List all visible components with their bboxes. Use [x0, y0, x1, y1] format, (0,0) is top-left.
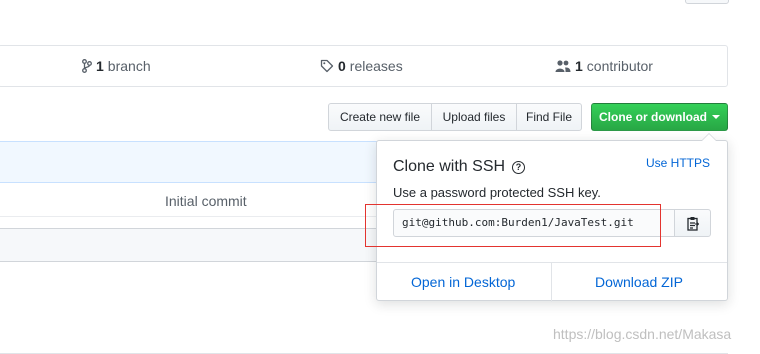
clone-or-download-label: Clone or download: [599, 110, 707, 124]
create-new-file-button[interactable]: Create new file: [328, 103, 432, 131]
branches-stat[interactable]: 1 branch: [82, 58, 151, 74]
find-file-button[interactable]: Find File: [516, 103, 582, 131]
clipboard-icon: [686, 216, 699, 231]
readme-header: [0, 228, 388, 262]
top-right-button[interactable]: [685, 0, 729, 4]
contributor-count: 1: [575, 58, 583, 74]
tag-icon: [320, 59, 334, 73]
use-https-link[interactable]: Use HTTPS: [646, 156, 710, 170]
contributor-label: contributor: [586, 58, 653, 74]
watermark: https://blog.csdn.net/Makasa: [553, 326, 732, 342]
release-count: 0: [338, 58, 346, 74]
repo-summary-bar: 1 branch 0 releases 1 contributor: [0, 45, 728, 87]
annotation-highlight-box: [365, 204, 661, 247]
dropdown-caret-fill: [702, 134, 716, 141]
clone-title: Clone with SSH ?: [393, 158, 526, 176]
releases-stat[interactable]: 0 releases: [320, 58, 403, 74]
git-branch-icon: [82, 59, 92, 73]
contributors-stat[interactable]: 1 contributor: [555, 58, 653, 74]
caret-down-icon: [712, 115, 720, 119]
dropdown-divider: [377, 262, 727, 263]
open-in-desktop-link[interactable]: Open in Desktop: [411, 274, 515, 290]
commit-message[interactable]: Initial commit: [165, 193, 247, 209]
clone-title-text: Clone with SSH: [393, 158, 506, 175]
clone-description: Use a password protected SSH key.: [393, 185, 601, 200]
release-label: releases: [349, 58, 403, 74]
upload-files-button[interactable]: Upload files: [431, 103, 517, 131]
clone-or-download-button[interactable]: Clone or download: [591, 103, 728, 131]
branch-label: branch: [107, 58, 151, 74]
branch-count: 1: [96, 58, 104, 74]
question-icon[interactable]: ?: [512, 160, 526, 174]
dropdown-vertical-divider: [551, 262, 552, 302]
latest-commit-bar: [0, 141, 388, 183]
copy-url-button[interactable]: [674, 209, 711, 237]
download-zip-link[interactable]: Download ZIP: [595, 274, 683, 290]
people-icon: [555, 60, 571, 72]
